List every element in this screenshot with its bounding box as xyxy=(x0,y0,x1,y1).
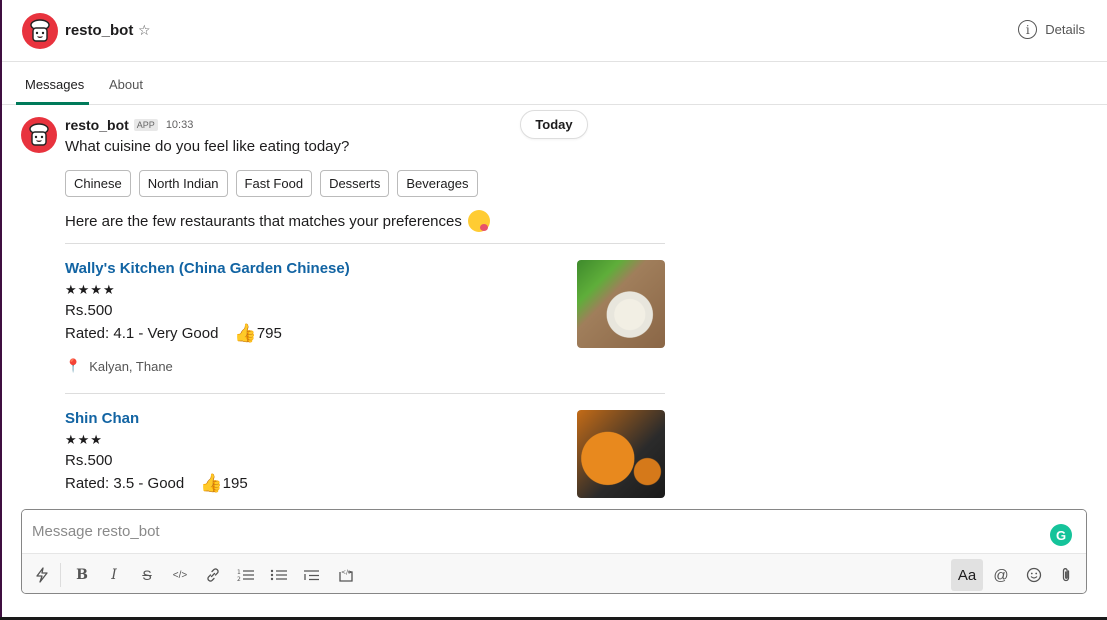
restaurant-votes: 795 xyxy=(256,325,282,342)
svg-text:1: 1 xyxy=(237,569,241,576)
restaurant-card: Wally's Kitchen (China Garden Chinese) ★… xyxy=(65,260,665,374)
bot-avatar[interactable] xyxy=(22,13,58,49)
restaurant-image[interactable] xyxy=(577,260,665,348)
code-icon[interactable]: </> xyxy=(168,562,192,588)
date-divider-pill[interactable]: Today xyxy=(520,110,588,139)
message-question: What cuisine do you feel like eating tod… xyxy=(65,138,350,155)
paperclip-icon[interactable] xyxy=(1054,562,1078,588)
choice-desserts-button[interactable]: Desserts xyxy=(320,170,390,197)
mention-icon[interactable]: @ xyxy=(989,562,1013,588)
code-block-icon[interactable]: </> xyxy=(334,562,358,588)
results-intro-text: Here are the few restaurants that matche… xyxy=(65,212,462,230)
restaurant-name-link[interactable]: Shin Chan xyxy=(65,410,665,427)
cuisine-choices: Chinese North Indian Fast Food Desserts … xyxy=(65,170,478,197)
restaurant-rating-row: Rated: 3.5 - Good 👍 195 xyxy=(65,473,665,494)
restaurant-price: Rs.500 xyxy=(65,302,113,319)
location-pin-icon: 📍 xyxy=(65,358,82,373)
grammarly-icon[interactable]: G xyxy=(1050,524,1072,546)
link-icon[interactable] xyxy=(201,562,225,588)
message-avatar[interactable] xyxy=(21,117,57,153)
restaurant-rating-row: Rated: 4.1 - Very Good 👍 795 xyxy=(65,323,665,344)
channel-tabs: Messages About xyxy=(2,62,1107,105)
chef-icon xyxy=(29,123,49,146)
restaurant-name-link[interactable]: Wally's Kitchen (China Garden Chinese) xyxy=(65,260,665,277)
message-composer: G B I S </> 12 </> Aa @ xyxy=(21,509,1087,594)
tab-about[interactable]: About xyxy=(109,77,143,92)
choice-beverages-button[interactable]: Beverages xyxy=(397,170,478,197)
bullet-list-icon[interactable] xyxy=(267,562,291,588)
divider xyxy=(65,243,665,244)
restaurant-rating: Rated: 3.5 - Good xyxy=(65,475,185,492)
restaurant-image[interactable] xyxy=(577,410,665,498)
svg-text:</>: </> xyxy=(341,569,353,576)
bold-icon[interactable]: B xyxy=(70,562,94,588)
lightning-icon[interactable] xyxy=(30,562,54,588)
choice-fast-food-button[interactable]: Fast Food xyxy=(235,170,313,197)
restaurant-votes: 195 xyxy=(222,475,248,492)
choice-north-indian-button[interactable]: North Indian xyxy=(138,170,228,197)
restaurant-rating: Rated: 4.1 - Very Good xyxy=(65,325,219,342)
message-header: resto_bot APP 10:33 xyxy=(65,117,193,133)
details-button[interactable]: i Details xyxy=(1018,20,1085,39)
message-timestamp[interactable]: 10:33 xyxy=(166,119,194,131)
restaurant-card: Shin Chan ★★★ Rs.500 Rated: 3.5 - Good 👍… xyxy=(65,410,665,498)
message-input[interactable] xyxy=(22,510,1086,553)
divider xyxy=(65,393,665,394)
thumbs-up-icon: 👍 xyxy=(200,473,223,493)
tab-messages[interactable]: Messages xyxy=(25,77,84,92)
choice-chinese-button[interactable]: Chinese xyxy=(65,170,131,197)
italic-icon[interactable]: I xyxy=(102,562,126,588)
message-list: resto_bot APP 10:33 Today What cuisine d… xyxy=(2,105,1107,505)
restaurant-location: 📍 Kalyan, Thane xyxy=(65,358,665,374)
restaurant-stars: ★★★★ xyxy=(65,282,116,297)
channel-title[interactable]: resto_bot xyxy=(65,22,133,39)
restaurant-stars: ★★★ xyxy=(65,432,103,447)
app-badge: APP xyxy=(133,119,158,131)
yum-face-emoji-icon xyxy=(467,210,490,232)
ordered-list-icon[interactable]: 12 xyxy=(234,562,258,588)
info-icon: i xyxy=(1018,20,1038,39)
results-intro: Here are the few restaurants that matche… xyxy=(65,210,490,232)
svg-text:2: 2 xyxy=(237,576,241,582)
blockquote-icon[interactable] xyxy=(300,562,324,588)
formatting-toggle-button[interactable]: Aa xyxy=(951,559,983,591)
star-icon[interactable]: ☆ xyxy=(138,22,151,39)
emoji-icon[interactable] xyxy=(1022,562,1046,588)
thumbs-up-icon: 👍 xyxy=(234,323,257,343)
restaurant-location-text: Kalyan, Thane xyxy=(89,358,173,374)
strikethrough-icon[interactable]: S xyxy=(135,562,159,588)
message-sender[interactable]: resto_bot xyxy=(65,117,129,133)
formatting-toolbar: B I S </> 12 </> Aa @ xyxy=(22,553,1086,593)
chef-icon xyxy=(30,19,50,42)
restaurant-price: Rs.500 xyxy=(65,452,113,469)
channel-header: resto_bot ☆ i Details xyxy=(2,0,1107,62)
details-label: Details xyxy=(1045,22,1085,37)
toolbar-separator xyxy=(60,563,61,587)
